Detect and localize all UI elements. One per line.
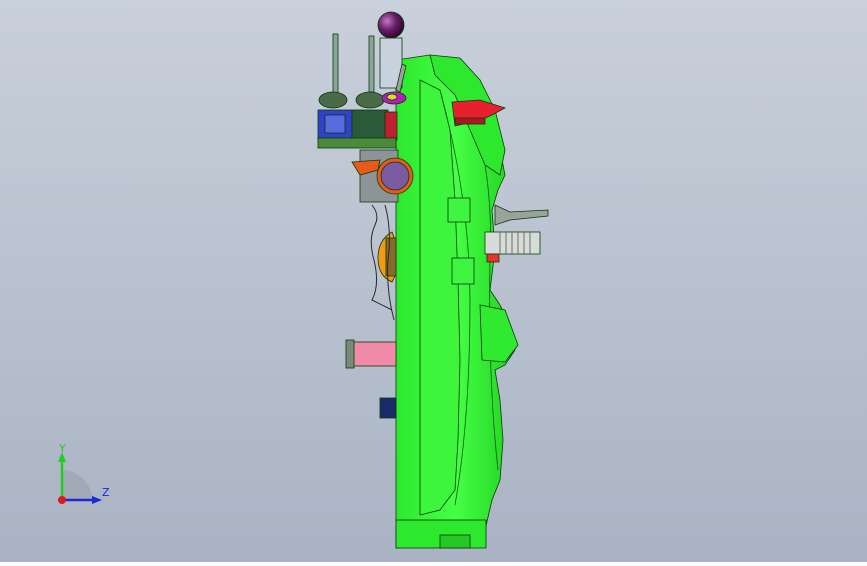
pink-block — [349, 341, 397, 367]
red-collar — [486, 253, 500, 263]
yellow-washer — [386, 93, 398, 101]
small-navy-block — [379, 397, 397, 419]
triad-base-arc — [62, 470, 92, 500]
side-tab-1 — [447, 197, 471, 223]
tall-rod-2 — [368, 35, 375, 93]
coordinate-triad: Y Z — [40, 440, 130, 520]
bottom-step — [439, 534, 471, 549]
red-clamp-bar — [454, 117, 486, 125]
purple-disc-inner — [380, 161, 410, 191]
x-axis-dot — [58, 496, 66, 504]
z-axis-arrow — [92, 496, 102, 504]
pink-block-frame — [345, 339, 355, 369]
y-axis-label: Y — [59, 442, 66, 455]
base-strip — [317, 137, 397, 149]
model-canvas[interactable] — [0, 0, 867, 562]
cad-viewport[interactable]: Y Z — [0, 0, 867, 562]
side-tab-2 — [451, 257, 475, 285]
purple-ball-knob — [377, 11, 405, 39]
spring-2 — [355, 91, 385, 109]
blue-block-inner — [324, 114, 346, 134]
red-block — [384, 111, 398, 141]
tall-rod-1 — [332, 33, 339, 95]
z-axis-label: Z — [102, 486, 110, 499]
spring-1 — [318, 91, 348, 109]
